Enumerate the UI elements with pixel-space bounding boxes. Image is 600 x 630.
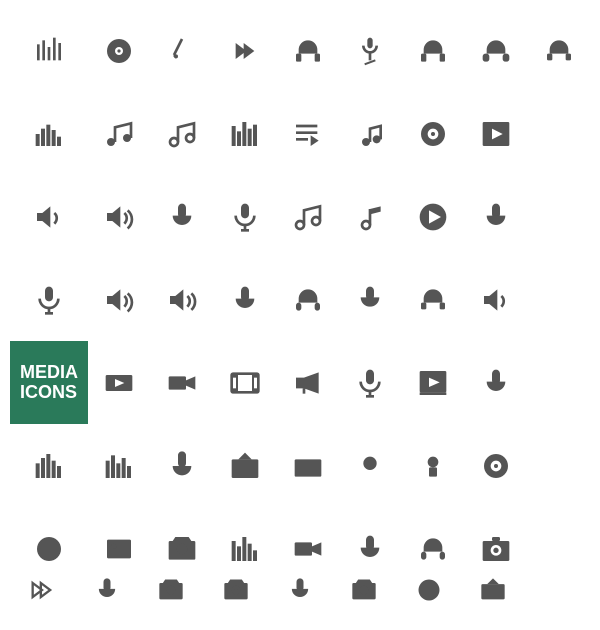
- icon-mic-outline: [465, 176, 528, 259]
- icon-empty5: [527, 424, 590, 507]
- icon-empty1: [527, 93, 590, 176]
- icon-eq-bars: [214, 93, 277, 176]
- icon-play-window: [402, 341, 465, 424]
- icon-cd: [402, 93, 465, 176]
- icon-fast-forward: [12, 560, 72, 620]
- icon-mic-small2: [214, 259, 277, 342]
- icon-mic-outline4: [77, 560, 137, 620]
- icon-video-camera: [151, 341, 214, 424]
- icon-mic-small1: [151, 176, 214, 259]
- icon-music-note3: [339, 93, 402, 176]
- icon-equalizer2: [88, 424, 151, 507]
- icon-bar-chart: [10, 93, 88, 176]
- icon-headphones4: [527, 10, 590, 93]
- icon-headphones2: [402, 10, 465, 93]
- icon-tv: [214, 424, 277, 507]
- icon-speaker-high2: [88, 259, 151, 342]
- media-label-line2: ICONS: [20, 383, 77, 403]
- icon-webcam: [339, 424, 402, 507]
- icon-mic-outline5: [270, 560, 330, 620]
- icon-music-lines: [276, 93, 339, 176]
- icon-empty2: [527, 176, 590, 259]
- icon-music-note1: [88, 93, 151, 176]
- icon-mic-stand: [339, 10, 402, 93]
- icon-camera-outline2: [206, 560, 266, 620]
- icon-speaker-low2: [465, 259, 528, 342]
- icon-bar-chart2: [10, 424, 88, 507]
- icon-camera-outline3: [334, 560, 394, 620]
- icon-mic-small3: [339, 259, 402, 342]
- icon-play-forward: [214, 10, 277, 93]
- icon-shutter2: [399, 560, 459, 620]
- icon-tv-solid: [276, 424, 339, 507]
- icon-speaker-high: [88, 176, 151, 259]
- icon-filmstrip: [88, 341, 151, 424]
- icon-headphones5: [276, 259, 339, 342]
- icon-grid: MEDIA ICONS: [0, 0, 600, 600]
- icon-video-player: [465, 93, 528, 176]
- icon-vinyl: [88, 10, 151, 93]
- icon-mic-solid3: [339, 341, 402, 424]
- icon-headphones6: [402, 259, 465, 342]
- icon-music-note5: [339, 176, 402, 259]
- icon-music-note4: [276, 176, 339, 259]
- icon-headphones3: [465, 10, 528, 93]
- icon-webcam2: [402, 424, 465, 507]
- icon-empty4: [527, 341, 590, 424]
- icon-tv2: [463, 560, 523, 620]
- icon-play-button: [402, 176, 465, 259]
- icon-film: [214, 341, 277, 424]
- icon-mic-solid2: [10, 259, 88, 342]
- icon-empty3: [527, 259, 590, 342]
- media-label-line1: MEDIA: [20, 363, 78, 383]
- icon-equalizer: [10, 10, 88, 93]
- icon-camera-outline: [141, 560, 201, 620]
- media-label: MEDIA ICONS: [10, 341, 88, 424]
- icon-mic-tall: [151, 424, 214, 507]
- icon-microphone-line: [151, 10, 214, 93]
- icon-music-note2: [151, 93, 214, 176]
- icon-speaker-medium: [151, 259, 214, 342]
- icon-speaker-low: [10, 176, 88, 259]
- icon-megaphone: [276, 341, 339, 424]
- icon-mic-solid: [214, 176, 277, 259]
- icon-headphones1: [276, 10, 339, 93]
- icon-cd2: [465, 424, 528, 507]
- icon-mic-outline2: [465, 341, 528, 424]
